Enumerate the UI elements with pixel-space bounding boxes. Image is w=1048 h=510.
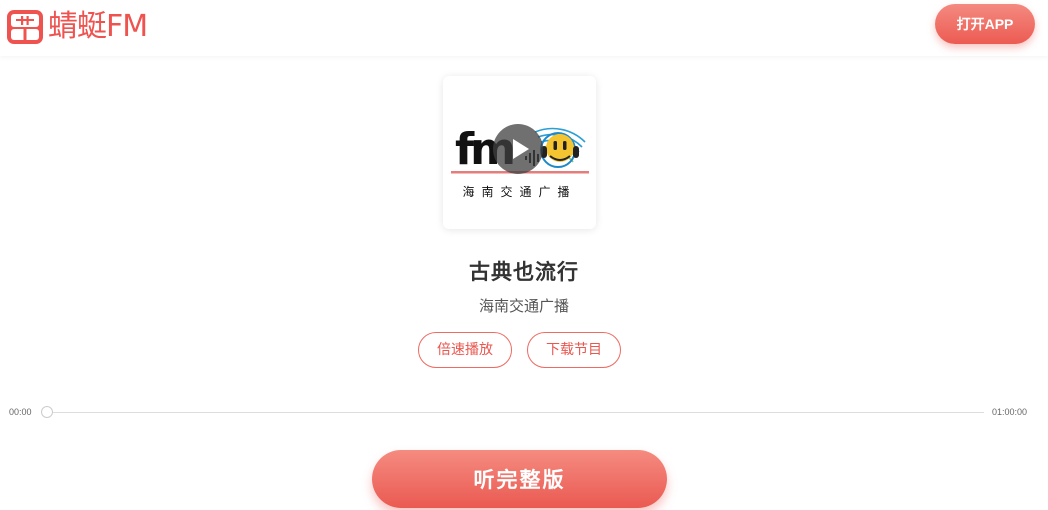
program-title: 古典也流行 [469, 260, 579, 284]
download-button[interactable]: 下载节目 [527, 332, 621, 368]
brand-logo[interactable]: 蜻蜓FM [6, 9, 148, 45]
current-time: 00:00 [9, 407, 32, 417]
cover-caption: 海南交通广播 [462, 185, 577, 199]
dragonfly-radio-icon [7, 10, 43, 44]
top-bar: 蜻蜓FM 打开APP [0, 0, 1048, 56]
program-cover[interactable]: fm 海南交通广播 [443, 76, 596, 229]
open-app-button[interactable]: 打开APP [935, 4, 1035, 44]
logo-text: 蜻蜓FM [48, 9, 148, 44]
playback-speed-button[interactable]: 倍速播放 [418, 332, 512, 368]
station-name[interactable]: 海南交通广播 [0, 295, 1048, 316]
listen-full-version-button[interactable]: 听完整版 [372, 450, 667, 508]
play-icon[interactable] [493, 124, 543, 174]
total-duration: 01:00:00 [992, 407, 1028, 417]
progress-handle[interactable] [41, 406, 53, 418]
progress-track[interactable] [48, 412, 984, 413]
